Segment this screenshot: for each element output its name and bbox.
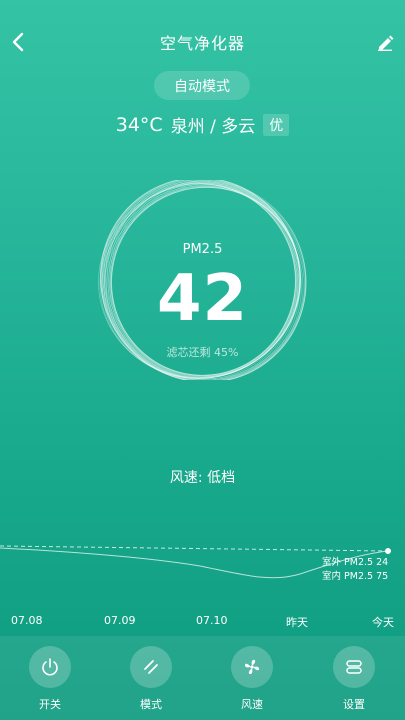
pencil-icon [378, 35, 394, 51]
location-weather: 泉州 / 多云 [170, 117, 256, 137]
outdoor-trend-line [0, 545, 389, 552]
outdoor-pm-label: 室外 PM2.5 24 [322, 557, 389, 568]
settings-button[interactable]: 设置 [324, 646, 384, 712]
date-label: 昨天 [286, 616, 308, 629]
fan-icon [244, 659, 260, 675]
pm-trend-chart: 室外 PM2.5 24 室内 PM2.5 75 [0, 530, 405, 590]
pm-value: 42 [156, 262, 249, 336]
power-label: 开关 [39, 698, 61, 711]
page-title: 空气净化器 [159, 34, 245, 53]
temperature: 34°C [115, 113, 163, 136]
mode-button[interactable]: 模式 [121, 646, 181, 712]
fan-speed-button[interactable]: 风速 [222, 646, 282, 712]
date-axis: 07.08 07.09 07.10 昨天 今天 [0, 614, 405, 630]
settings-label: 设置 [343, 698, 365, 711]
pm-label: PM2.5 [182, 242, 223, 257]
date-label: 07.10 [196, 614, 228, 627]
mode-icon [144, 660, 158, 674]
air-quality-badge: 优 [263, 113, 290, 136]
weather-info: 34°C 泉州 / 多云 优 [0, 112, 405, 137]
wind-speed-status: 风速: 低档 [169, 470, 236, 486]
date-label: 07.08 [11, 614, 43, 627]
mode-label: 模式 [140, 698, 162, 711]
date-label: 07.09 [104, 614, 136, 627]
power-icon [42, 658, 58, 676]
settings-icon [346, 660, 362, 674]
pm-gauge: PM2.5 42 滤芯还剩 45% [0, 180, 405, 380]
date-label: 今天 [372, 616, 394, 629]
filter-remaining: 滤芯还剩 45% [166, 346, 239, 359]
edit-button[interactable] [373, 28, 397, 56]
indoor-pm-label: 室内 PM2.5 75 [322, 571, 389, 582]
mode-selector[interactable]: 自动模式 [154, 71, 250, 100]
power-button[interactable]: 开关 [20, 646, 80, 712]
control-bar: 开关 模式 风速 设置 [0, 636, 405, 720]
fan-speed-label: 风速 [241, 698, 263, 711]
